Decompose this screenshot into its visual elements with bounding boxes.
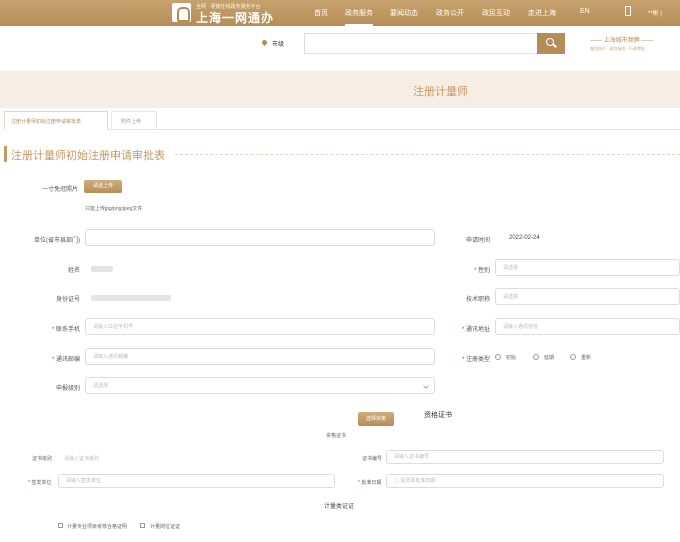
apply-time-value: 2022-02-24 [509,235,540,241]
gender-select[interactable]: 请选择 [495,259,680,276]
issuer-label: * 签发单位 [28,480,52,486]
check-exam-proof[interactable] [58,523,63,528]
nav-english[interactable]: EN [580,8,590,15]
tech-title-label: 技术职称 [465,297,490,303]
location-pin-icon [260,38,269,47]
approve-date-label: * 批准日期 [358,480,382,486]
tab-attachment-upload[interactable]: 附件上传 [111,111,157,130]
search-input[interactable] [304,33,537,54]
section-divider [175,154,680,155]
cert-no-input[interactable]: 请输入证书编号 [386,450,664,464]
nav-home[interactable]: 首页 [314,8,328,18]
reg-type-initial-radio[interactable] [495,354,501,360]
choose-cert-button[interactable]: 选择资格 [358,412,394,426]
user-name[interactable]: **彬 | [648,8,662,17]
unit-label: 单位(省市县部门) [34,238,80,244]
phone-label: * 联系手机 [51,327,80,333]
reg-type-extend-radio[interactable] [533,354,539,360]
issuer-input[interactable]: 请输入签发单位 [58,474,335,488]
section-accent-bar [4,146,7,162]
nav-news[interactable]: 要闻动态 [390,8,418,18]
title-banner [0,71,680,108]
location-selector[interactable]: 市级 [272,39,284,48]
level-label: 申报级别 [55,386,80,392]
apply-time-label: 申请时间 [465,238,490,244]
reg-type-extend-label: 延期 [544,355,555,361]
upload-photo-button[interactable]: 请选上传 [84,180,122,193]
photo-hint: 只能上传jpg/png/jpeg文件 [85,206,143,212]
address-label: * 通讯地址 [461,327,490,333]
brand-title[interactable]: 上海一网通办 [196,9,274,26]
phone-input[interactable]: 请输入11位手机号 [85,318,435,335]
top-nav-bar [0,0,680,26]
nav-interaction[interactable]: 政民互动 [482,8,510,18]
search-button[interactable] [537,33,565,54]
postcode-label: * 通讯邮编 [51,357,80,363]
tab-application-form[interactable]: 注册计量师初始注册申请审批表 [4,111,108,130]
name-value [91,266,113,272]
proof-title: 计量类证证 [324,504,355,510]
postcode-input[interactable]: 请输入通讯邮编 [85,348,435,365]
cert-title: 资格证书 [424,412,452,419]
check-post-cert-label: 计量岗位证证 [150,524,181,530]
nav-shanghai[interactable]: 走进上海 [528,8,556,18]
gender-label: * 性别 [473,268,490,274]
photo-label: 一寸免冠照片 [41,187,78,193]
mobile-icon[interactable] [625,6,631,16]
cert-subtitle: 资格证书 [326,433,347,439]
region-links[interactable]: 服务指引 · 政务服务 · 行政审批 [590,46,645,52]
page-title: 注册计量师 [413,86,468,98]
unit-input[interactable] [85,229,435,246]
region-title[interactable]: —— 上海城市频牌 —— [590,35,653,44]
approve-date-input[interactable]: ▢ 请选择批准日期 [386,474,664,488]
nav-disclosure[interactable]: 政务公开 [436,8,464,18]
check-exam-proof-label: 计量专业项目考核合格证明 [67,524,128,530]
tech-title-select[interactable]: 请选择 [495,288,680,305]
name-label: 姓名 [67,268,80,274]
address-input[interactable]: 请输入通讯地址 [495,318,680,335]
level-select[interactable]: 请选择 [85,377,435,394]
id-label: 身份证号 [55,297,80,303]
id-value [91,295,171,301]
check-post-cert[interactable] [140,523,145,528]
nav-services[interactable]: 政务服务 [345,8,373,26]
cert-no-label: 证书编号 [362,456,383,462]
cert-level-input[interactable]: 请输入证书级别 [64,455,99,462]
reg-type-initial-label: 初始 [506,355,517,361]
section-title: 注册计量师初始注册申请审批表 [11,150,165,162]
cert-level-label: 证书级别 [32,456,53,462]
reg-type-renew-label: 重新 [581,355,592,361]
chevron-down-icon [423,383,429,389]
site-logo-icon[interactable] [172,3,191,22]
reg-type-label: * 注册类型 [461,357,490,363]
reg-type-renew-radio[interactable] [570,354,576,360]
